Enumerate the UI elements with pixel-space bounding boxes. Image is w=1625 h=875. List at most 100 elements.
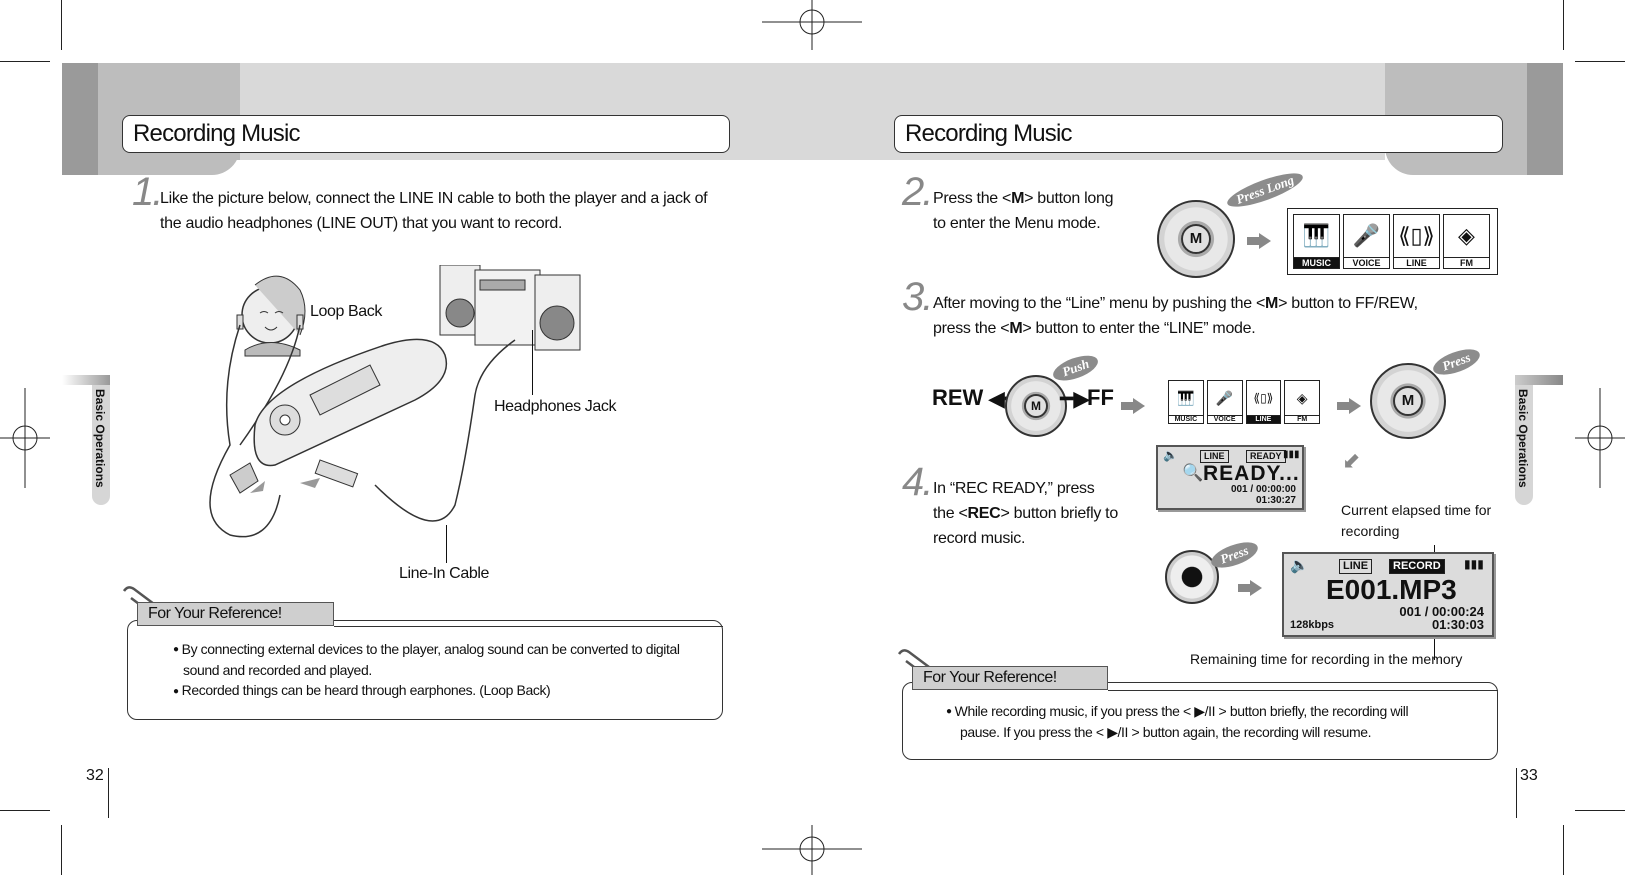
lcd-ready-screen: 🔈 LINE READY ▮▮▮ 🔍 READY... 001 / 00:00:… bbox=[1156, 445, 1304, 510]
control-wheel: M bbox=[1370, 363, 1446, 439]
registration-mark-right bbox=[1575, 388, 1625, 488]
press-badge: Press bbox=[1430, 344, 1483, 380]
step-3: 3. After moving to the “Line” menu by pu… bbox=[902, 275, 1462, 337]
line-in-icon: ⟪▯⟫ bbox=[1398, 223, 1435, 248]
battery-icon: ▮▮▮ bbox=[1283, 449, 1300, 460]
registration-mark-bottom bbox=[762, 825, 862, 875]
reference-text: While recording music, if you press the … bbox=[946, 701, 1486, 742]
reference-bullet: By connecting external devices to the pl… bbox=[173, 639, 713, 660]
ff-arrow-icon: ━▶ bbox=[1060, 386, 1091, 411]
step-number: 4. bbox=[902, 460, 933, 504]
crop-mark bbox=[1575, 61, 1625, 62]
crop-mark bbox=[61, 0, 62, 50]
control-wheel: M bbox=[1157, 200, 1235, 278]
menu-item-music: 🎹 MUSIC bbox=[1168, 380, 1204, 424]
registration-mark-top bbox=[762, 0, 862, 50]
side-tab-left: Basic Operations bbox=[62, 375, 110, 505]
lcd-tag-status: RECORD bbox=[1389, 559, 1445, 574]
arrow-icon bbox=[1238, 580, 1262, 596]
page-title-right: Recording Music bbox=[894, 115, 1503, 153]
leader-line bbox=[532, 330, 533, 395]
crop-mark bbox=[61, 825, 62, 875]
lcd-main-text: E001.MP3 bbox=[1326, 574, 1457, 605]
reference-tab-line bbox=[334, 626, 723, 627]
menu-item-fm: ◈ FM bbox=[1284, 380, 1320, 424]
page-number-left: 32 bbox=[86, 767, 104, 784]
reference-bullet: While recording music, if you press the … bbox=[946, 701, 1486, 722]
step-text-line: record music. bbox=[933, 530, 1026, 547]
header-band-right-dark bbox=[1527, 63, 1563, 175]
menu-strip-step2: 🎹 MUSIC 🎤 VOICE ⟪▯⟫ LINE ◈ FM bbox=[1287, 208, 1498, 275]
reference-tab-line bbox=[1108, 690, 1498, 691]
menu-item-line: ⟪▯⟫ LINE bbox=[1245, 380, 1282, 424]
step-text-line: Press the <M> button long bbox=[933, 190, 1114, 207]
step-4: 4. In “REC READY,” press the <REC> butto… bbox=[902, 460, 1142, 547]
ff-label: FF bbox=[1087, 385, 1114, 410]
reference-text: By connecting external devices to the pl… bbox=[173, 639, 713, 702]
radio-icon: ◈ bbox=[1296, 389, 1308, 406]
step-text-line: After moving to the “Line” menu by pushi… bbox=[933, 295, 1418, 312]
reference-bullet-cont: sound and recorded and played. bbox=[183, 662, 372, 679]
leader-line bbox=[446, 525, 447, 563]
microphone-icon: 🎤 bbox=[1352, 223, 1381, 248]
crop-mark bbox=[1563, 825, 1564, 875]
stereo-illustration bbox=[439, 265, 581, 351]
lcd-bitrate: 128kbps bbox=[1290, 619, 1335, 631]
menu-item-voice: 🎤 VOICE bbox=[1206, 380, 1243, 424]
registration-mark-left bbox=[0, 388, 50, 488]
menu-item-line: ⟪▯⟫ LINE bbox=[1393, 214, 1440, 269]
push-badge: Push bbox=[1050, 350, 1102, 386]
radio-icon: ◈ bbox=[1458, 223, 1475, 248]
lcd-record-screen: 🔈 LINE RECORD ▮▮▮ E001.MP3 001 / 00:00:2… bbox=[1282, 552, 1494, 637]
label-headphones-jack: Headphones Jack bbox=[494, 398, 617, 415]
search-icon: 🔍 bbox=[1182, 463, 1204, 482]
crop-mark bbox=[1575, 810, 1625, 811]
step-number: 1. bbox=[132, 170, 163, 214]
step-text-line: the <REC> button briefly to bbox=[933, 505, 1118, 522]
arrow-icon bbox=[1337, 398, 1361, 414]
annotation-remaining: Remaining time for recording in the memo… bbox=[1190, 651, 1463, 667]
control-wheel: M bbox=[1005, 375, 1067, 437]
arrow-icon bbox=[1247, 233, 1271, 249]
side-tab-label: Basic Operations bbox=[1516, 389, 1530, 488]
step-text-line: Like the picture below, connect the LINE… bbox=[160, 190, 708, 207]
menu-item-fm: ◈ FM bbox=[1443, 214, 1490, 269]
step-number: 2. bbox=[902, 170, 933, 214]
arrow-icon bbox=[1121, 398, 1145, 414]
line-in-icon: ⟪▯⟫ bbox=[1253, 391, 1274, 405]
page-number-rule bbox=[1516, 768, 1517, 818]
annotation-elapsed: Current elapsed time for recording bbox=[1341, 502, 1492, 539]
rew-label: REW bbox=[932, 385, 984, 410]
step-1: 1. Like the picture below, connect the L… bbox=[132, 170, 732, 232]
battery-icon: ▮▮▮ bbox=[1464, 557, 1484, 571]
page-number-rule bbox=[108, 768, 109, 818]
menu-strip-step3: 🎹 MUSIC 🎤 VOICE ⟪▯⟫ LINE ◈ FM bbox=[1165, 377, 1323, 427]
speaker-icon: 🔈 bbox=[1163, 448, 1178, 462]
piano-icon: 🎹 bbox=[1302, 223, 1331, 248]
crop-mark bbox=[1563, 0, 1564, 50]
step-text-line: the audio headphones (LINE OUT) that you… bbox=[160, 215, 563, 232]
reference-bullet: Recorded things can be heard through ear… bbox=[173, 680, 713, 701]
lcd-track-time: 001 / 00:00:00 bbox=[1230, 484, 1296, 495]
side-tab-right: Basic Operations bbox=[1515, 375, 1563, 505]
label-loop-back: Loop Back bbox=[310, 303, 383, 320]
label-line-in-cable: Line-In Cable bbox=[399, 565, 489, 582]
side-tab-label: Basic Operations bbox=[93, 389, 107, 488]
lcd-remaining: 01:30:27 bbox=[1255, 495, 1296, 506]
step-text-line: press the <M> button to enter the “LINE”… bbox=[933, 320, 1256, 337]
lcd-remaining: 01:30:03 bbox=[1431, 617, 1484, 632]
mp3-player-illustration bbox=[229, 338, 448, 494]
reference-heading: For Your Reference! bbox=[137, 602, 334, 626]
lcd-main-text: READY... bbox=[1203, 462, 1300, 485]
down-left-arrow-icon: ⬋ bbox=[1342, 448, 1361, 473]
press-long-badge: Press Long bbox=[1224, 166, 1307, 214]
step-text-line: to enter the Menu mode. bbox=[933, 215, 1101, 232]
microphone-icon: 🎤 bbox=[1215, 389, 1234, 406]
page-title-left: Recording Music bbox=[122, 115, 730, 153]
speaker-icon: 🔈 bbox=[1290, 557, 1309, 574]
lcd-tag-line: LINE bbox=[1339, 559, 1373, 574]
reference-bullet-cont: pause. If you press the < ▶/II > button … bbox=[960, 724, 1372, 741]
step-number: 3. bbox=[902, 275, 933, 319]
crop-mark bbox=[0, 61, 50, 62]
header-band-left-dark bbox=[62, 63, 98, 175]
